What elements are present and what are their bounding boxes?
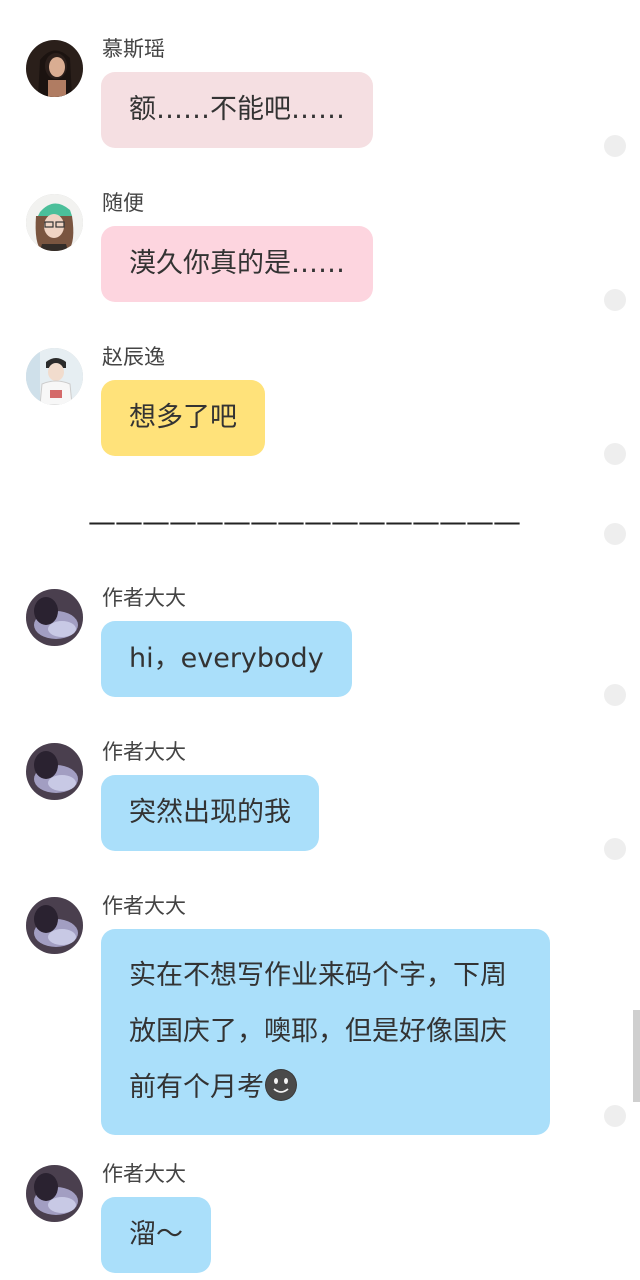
message-bubble[interactable]: hi，everybody xyxy=(101,621,352,697)
read-indicator-dot xyxy=(604,838,626,860)
sender-name: 作者大大 xyxy=(102,1162,186,1186)
read-indicator-dot xyxy=(604,1105,626,1127)
message-bubble[interactable]: 额……不能吧…… xyxy=(101,72,373,148)
sender-name: 随便 xyxy=(102,191,144,215)
read-indicator-dot xyxy=(604,443,626,465)
message-text: 实在不想写作业来码个字，下周放国庆了，噢耶，但是好像国庆前有个月考 xyxy=(129,960,507,1103)
sender-name: 作者大大 xyxy=(102,894,186,918)
avatar-portrait-icon xyxy=(26,589,83,646)
avatar-portrait-icon xyxy=(26,1165,83,1222)
read-indicator-dot xyxy=(604,523,626,545)
avatar[interactable] xyxy=(26,589,83,646)
read-indicator-dot xyxy=(604,289,626,311)
avatar[interactable] xyxy=(26,40,83,97)
avatar-portrait-icon xyxy=(26,348,83,405)
message-bubble[interactable]: 想多了吧 xyxy=(101,380,265,456)
avatar-portrait-icon xyxy=(26,40,83,97)
message-bubble[interactable]: 实在不想写作业来码个字，下周放国庆了，噢耶，但是好像国庆前有个月考 xyxy=(101,929,550,1135)
avatar-portrait-icon xyxy=(26,194,83,251)
sender-name: 作者大大 xyxy=(102,740,186,764)
read-indicator-dot xyxy=(604,135,626,157)
read-indicator-dot xyxy=(604,684,626,706)
section-divider: ———————————————— xyxy=(88,505,521,538)
avatar[interactable] xyxy=(26,743,83,800)
message-bubble[interactable]: 漠久你真的是…… xyxy=(101,226,373,302)
scrollbar-thumb[interactable] xyxy=(633,1010,640,1102)
avatar-portrait-icon xyxy=(26,897,83,954)
chat-screen: 慕斯瑶 额……不能吧…… 随便 漠久你真的是…… 赵辰逸 想多了吧 ——————… xyxy=(0,0,640,1280)
message-bubble[interactable]: 突然出现的我 xyxy=(101,775,319,851)
avatar[interactable] xyxy=(26,1165,83,1222)
avatar[interactable] xyxy=(26,897,83,954)
avatar-portrait-icon xyxy=(26,743,83,800)
sender-name: 慕斯瑶 xyxy=(102,37,165,61)
avatar[interactable] xyxy=(26,194,83,251)
sender-name: 赵辰逸 xyxy=(102,345,165,369)
avatar[interactable] xyxy=(26,348,83,405)
sender-name: 作者大大 xyxy=(102,586,186,610)
message-bubble[interactable]: 溜～ xyxy=(101,1197,211,1273)
smirk-face-icon xyxy=(265,1069,297,1101)
